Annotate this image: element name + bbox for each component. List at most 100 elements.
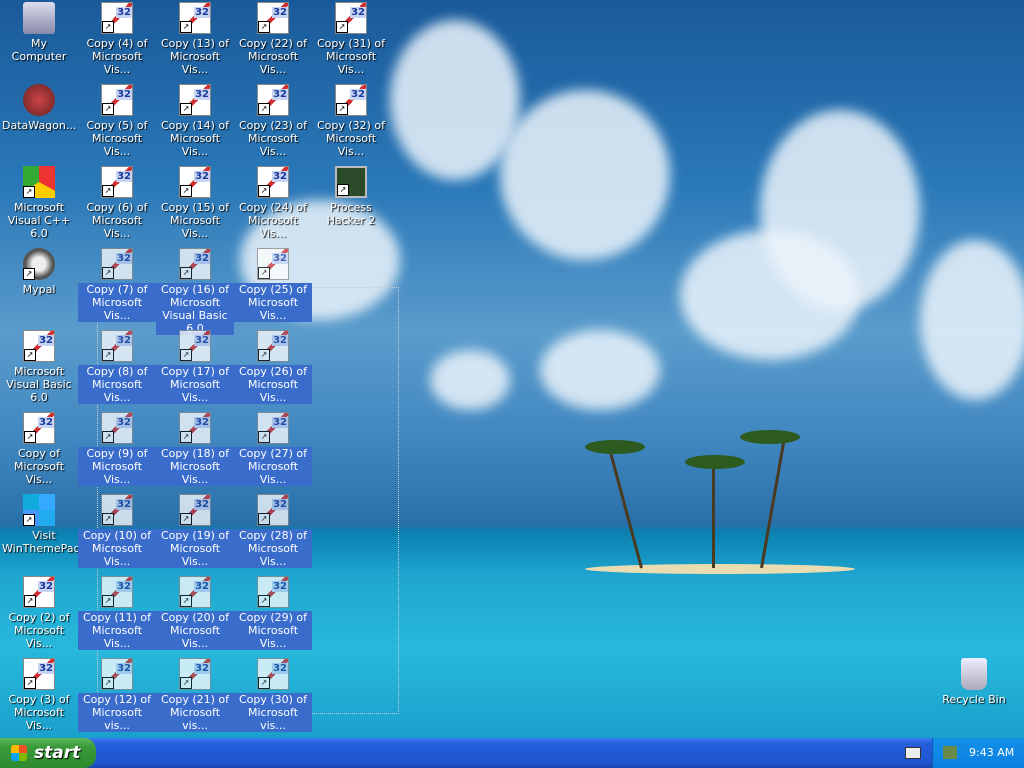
visual-basic-icon: ↗ [179, 576, 211, 608]
desktop-icon-label: Copy (12) of Microsoft vis... [78, 693, 156, 732]
desktop-icon-label: Copy (10) of Microsoft Vis... [78, 529, 156, 568]
shortcut-arrow-icon: ↗ [180, 677, 192, 689]
shortcut-arrow-icon: ↗ [180, 431, 192, 443]
desktop-icon[interactable]: ↗ Copy (22) of Microsoft Vis... [234, 0, 312, 76]
desktop-icon-label: Copy (17) of Microsoft Vis... [156, 365, 234, 404]
shortcut-arrow-icon: ↗ [258, 431, 270, 443]
desktop-icon[interactable]: ↗ Copy (14) of Microsoft Vis... [156, 82, 234, 158]
desktop-icon[interactable]: ↗ Process Hacker 2 [312, 164, 390, 227]
desktop-icon[interactable]: ↗ Copy (11) of Microsoft Vis... [78, 574, 156, 650]
desktop-icon-label: Copy (20) of Microsoft Vis... [156, 611, 234, 650]
desktop: My Computer DataWagon... ↗ Microsoft Visual… [0, 0, 1024, 738]
desktop-icon[interactable]: ↗ Microsoft Visual C++ 6.0 [0, 164, 78, 240]
visual-basic-icon: ↗ [101, 658, 133, 690]
island [585, 564, 855, 574]
desktop-icon-label: Copy (31) of Microsoft Vis... [316, 37, 386, 76]
desktop-icon[interactable]: ↗ Copy (30) of Microsoft vis... [234, 656, 312, 732]
desktop-icon[interactable]: ↗ Visit WinThemePack [0, 492, 86, 555]
recycle-bin[interactable]: Recycle Bin [935, 656, 1013, 706]
desktop-icon[interactable]: ↗ Copy (17) of Microsoft Vis... [156, 328, 234, 404]
desktop-icon[interactable]: ↗ Copy (8) of Microsoft Vis... [78, 328, 156, 404]
desktop-icon[interactable]: ↗ Copy (6) of Microsoft Vis... [78, 164, 156, 240]
datawagon-icon [23, 84, 55, 116]
desktop-icon[interactable]: ↗ Copy (24) of Microsoft Vis... [234, 164, 312, 240]
visual-basic-icon: ↗ [179, 330, 211, 362]
shortcut-arrow-icon: ↗ [258, 185, 270, 197]
desktop-icon[interactable]: ↗ Copy (27) of Microsoft Vis... [234, 410, 312, 486]
desktop-icon[interactable]: My Computer [0, 0, 78, 63]
shortcut-arrow-icon: ↗ [102, 349, 114, 361]
visual-basic-icon: ↗ [335, 2, 367, 34]
shortcut-arrow-icon: ↗ [23, 186, 35, 198]
shortcut-arrow-icon: ↗ [23, 514, 35, 526]
desktop-icon[interactable]: ↗ Copy (4) of Microsoft Vis... [78, 0, 156, 76]
shortcut-arrow-icon: ↗ [336, 103, 348, 115]
visual-basic-icon: ↗ [101, 248, 133, 280]
start-label: start [34, 743, 81, 763]
desktop-icon[interactable]: ↗ Copy (18) of Microsoft Vis... [156, 410, 234, 486]
process-hacker-icon: ↗ [335, 166, 367, 198]
visual-basic-icon: ↗ [179, 658, 211, 690]
desktop-icon[interactable]: ↗ Copy (26) of Microsoft Vis... [234, 328, 312, 404]
desktop-icon[interactable]: ↗ Copy (20) of Microsoft Vis... [156, 574, 234, 650]
desktop-icon-label: Copy (13) of Microsoft Vis... [160, 37, 230, 76]
desktop-icon[interactable]: ↗ Copy (13) of Microsoft Vis... [156, 0, 234, 76]
shortcut-arrow-icon: ↗ [102, 267, 114, 279]
clock[interactable]: 9:43 AM [969, 746, 1014, 759]
desktop-icon[interactable]: ↗ Copy (21) of Microsoft vis... [156, 656, 234, 732]
desktop-icon[interactable]: ↗ Copy (23) of Microsoft Vis... [234, 82, 312, 158]
desktop-icon-label: Copy (4) of Microsoft Vis... [86, 37, 148, 76]
shortcut-arrow-icon: ↗ [102, 513, 114, 525]
visual-basic-icon: ↗ [335, 84, 367, 116]
shortcut-arrow-icon: ↗ [102, 431, 114, 443]
desktop-icon[interactable]: ↗Copy (16) of Microsoft Visual Basic 6.0 [156, 246, 234, 335]
desktop-icon-label: My Computer [11, 37, 67, 63]
desktop-icon[interactable]: ↗ Copy (3) of Microsoft Vis... [0, 656, 78, 732]
visual-basic-icon: ↗ [23, 412, 55, 444]
visual-basic-icon: ↗ [257, 658, 289, 690]
network-icon[interactable] [943, 746, 957, 759]
desktop-icon[interactable]: ↗ Copy (7) of Microsoft Vis... [78, 246, 156, 322]
desktop-icon[interactable]: ↗ Copy (31) of Microsoft Vis... [312, 0, 390, 76]
desktop-icon[interactable]: ↗ Copy (10) of Microsoft Vis... [78, 492, 156, 568]
shortcut-arrow-icon: ↗ [258, 677, 270, 689]
visual-basic-icon: ↗ [101, 84, 133, 116]
desktop-icon-label: Copy (15) of Microsoft Vis... [160, 201, 230, 240]
desktop-icon[interactable]: ↗ Copy (5) of Microsoft Vis... [78, 82, 156, 158]
desktop-icon-label: Copy (26) of Microsoft Vis... [234, 365, 312, 404]
desktop-icon[interactable]: ↗ Microsoft Visual Basic 6.0 [0, 328, 78, 404]
visual-basic-icon: ↗ [101, 576, 133, 608]
desktop-icon[interactable]: DataWagon... [0, 82, 78, 132]
shortcut-arrow-icon: ↗ [180, 103, 192, 115]
start-button[interactable]: start [0, 738, 96, 768]
desktop-icon[interactable]: ↗ Copy (32) of Microsoft Vis... [312, 82, 390, 158]
shortcut-arrow-icon: ↗ [102, 185, 114, 197]
desktop-icon[interactable]: ↗ Copy (29) of Microsoft Vis... [234, 574, 312, 650]
desktop-icon-label: DataWagon... [2, 119, 77, 132]
desktop-icon[interactable]: ↗ Copy (2) of Microsoft Vis... [0, 574, 78, 650]
desktop-icon[interactable]: ↗ Copy (15) of Microsoft Vis... [156, 164, 234, 240]
shortcut-arrow-icon: ↗ [23, 268, 35, 280]
desktop-icon-label: Copy (24) of Microsoft Vis... [238, 201, 308, 240]
desktop-icon-label: Mypal [22, 283, 56, 296]
visual-basic-icon: ↗ [257, 166, 289, 198]
desktop-icon-label: Copy (30) of Microsoft vis... [234, 693, 312, 732]
desktop-icon[interactable]: ↗ Copy of Microsoft Vis... [0, 410, 78, 486]
shortcut-arrow-icon: ↗ [180, 185, 192, 197]
shortcut-arrow-icon: ↗ [258, 21, 270, 33]
desktop-icon[interactable]: ↗ Copy (9) of Microsoft Vis... [78, 410, 156, 486]
desktop-icon[interactable]: ↗ Copy (12) of Microsoft vis... [78, 656, 156, 732]
visual-basic-icon: ↗ [23, 658, 55, 690]
desktop-icon[interactable]: ↗ Mypal [0, 246, 78, 296]
desktop-icon-label: Copy (9) of Microsoft Vis... [78, 447, 156, 486]
shortcut-arrow-icon: ↗ [102, 21, 114, 33]
desktop-icon[interactable]: ↗ Copy (19) of Microsoft Vis... [156, 492, 234, 568]
desktop-icon[interactable]: ↗ Copy (25) of Microsoft Vis... [234, 246, 312, 322]
keyboard-icon[interactable] [905, 747, 921, 759]
visual-basic-icon: ↗ [257, 84, 289, 116]
computer-icon [23, 2, 55, 34]
desktop-icon[interactable]: ↗ Copy (28) of Microsoft Vis... [234, 492, 312, 568]
desktop-icon-label: Copy (19) of Microsoft Vis... [156, 529, 234, 568]
recycle-bin-label: Recycle Bin [942, 693, 1006, 706]
shortcut-arrow-icon: ↗ [180, 21, 192, 33]
